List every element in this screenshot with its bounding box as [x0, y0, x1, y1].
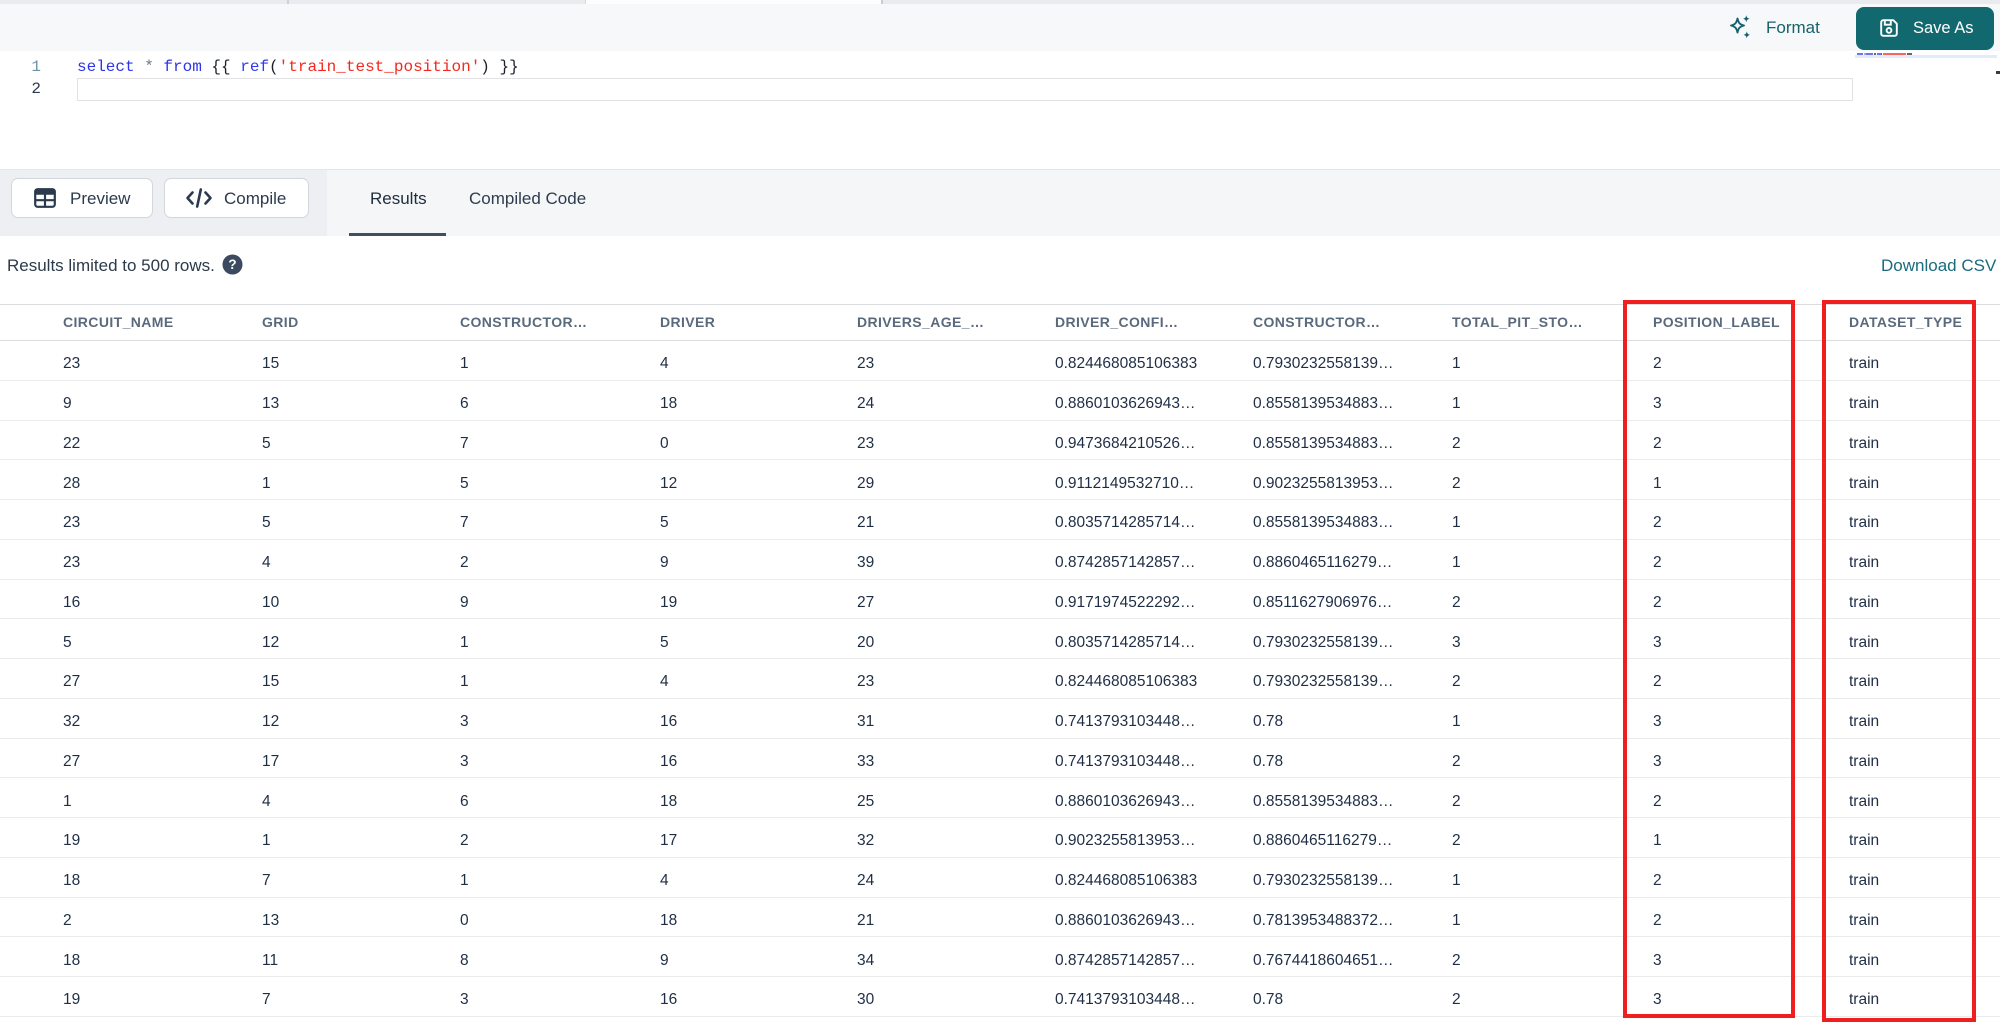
svg-text:?: ?	[228, 257, 236, 272]
